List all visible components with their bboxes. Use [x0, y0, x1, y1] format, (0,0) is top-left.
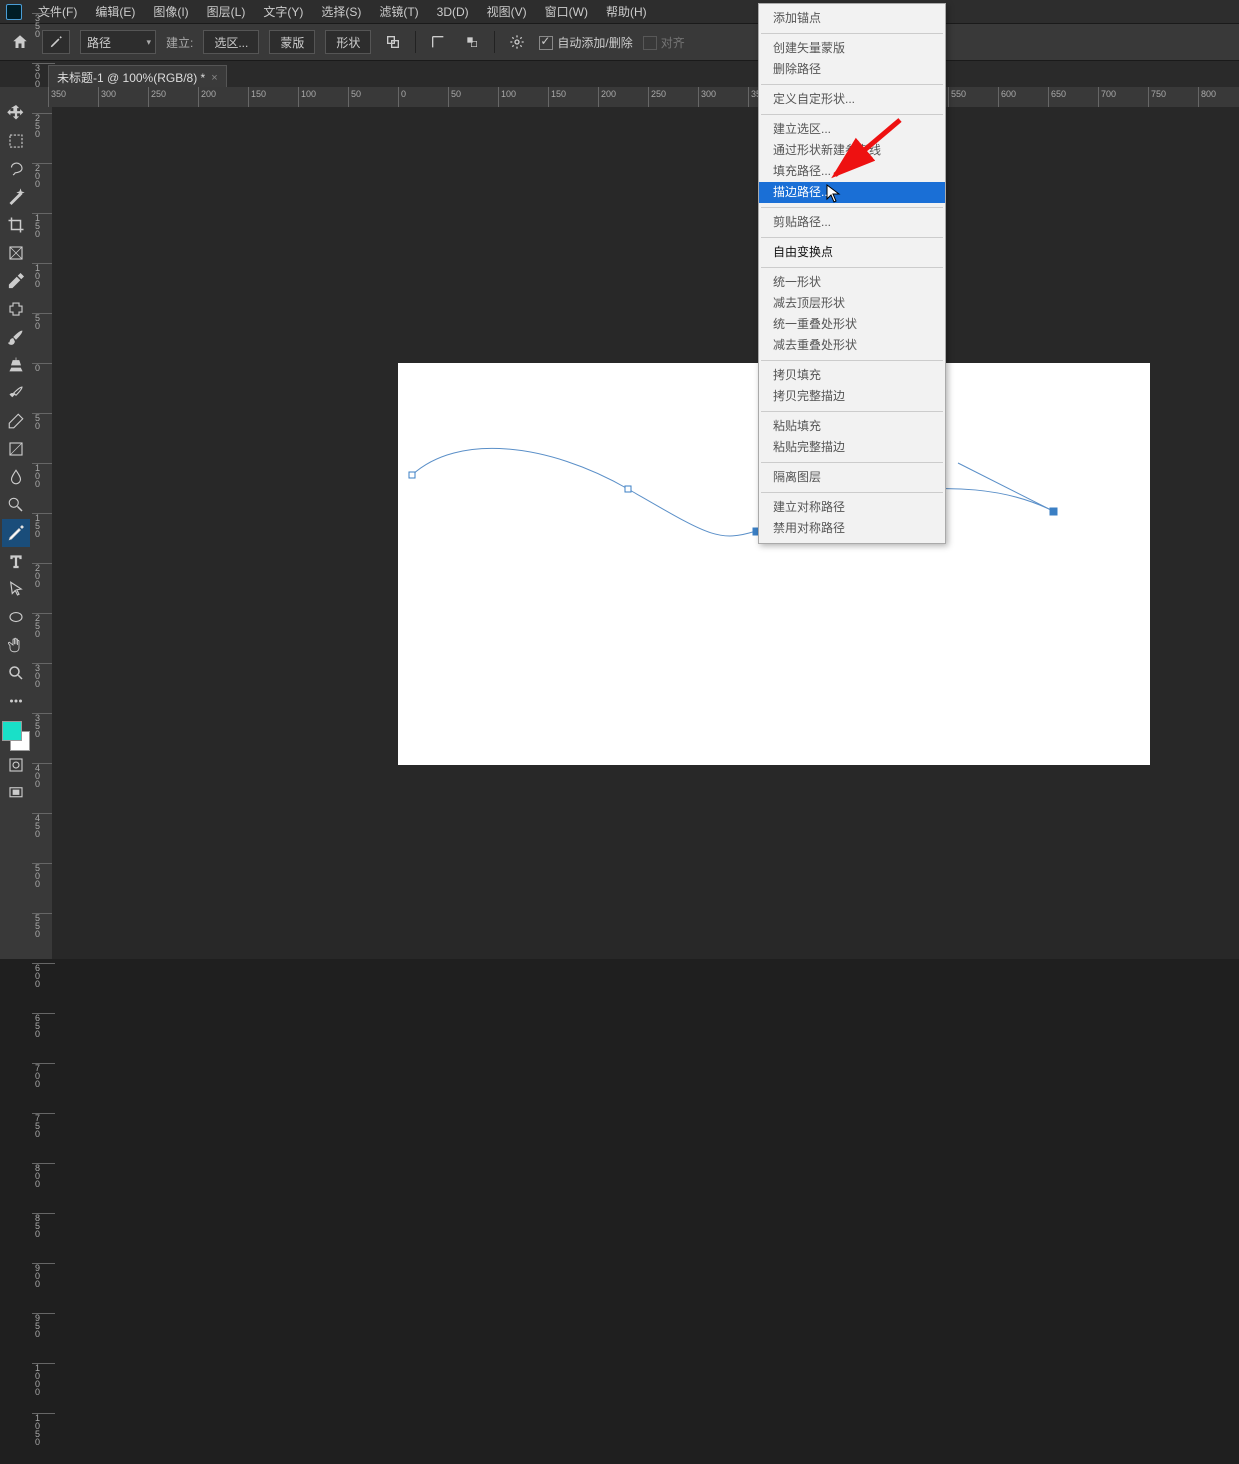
dodge-tool[interactable]: [2, 491, 30, 519]
tool-mode-select[interactable]: 路径: [80, 30, 156, 54]
make-mask-button[interactable]: 蒙版: [269, 30, 315, 54]
vertical-ruler[interactable]: 5505004504003503002502001501005005010015…: [32, 107, 53, 959]
context-menu-item: 通过形状新建参考线: [759, 140, 945, 161]
context-menu-item: 拷贝填充: [759, 365, 945, 386]
make-shape-button[interactable]: 形状: [325, 30, 371, 54]
context-menu-item: 隔离图层: [759, 467, 945, 488]
context-menu-item: 剪贴路径...: [759, 212, 945, 233]
menu-view[interactable]: 视图(V): [479, 0, 535, 23]
document-tab[interactable]: 未标题-1 @ 100%(RGB/8) * ×: [48, 65, 227, 89]
context-menu-item: 定义自定形状...: [759, 89, 945, 110]
menu-filter[interactable]: 滤镜(T): [371, 0, 426, 23]
path-ops-icon[interactable]: [381, 30, 405, 54]
clone-stamp-tool[interactable]: [2, 351, 30, 379]
path-align-icon[interactable]: [426, 30, 450, 54]
context-menu-item: 统一重叠处形状: [759, 314, 945, 335]
app-logo-icon: [6, 4, 22, 20]
tool-palette: [0, 87, 33, 959]
context-menu-item: 拷贝完整描边: [759, 386, 945, 407]
spot-heal-tool[interactable]: [2, 295, 30, 323]
menu-image[interactable]: 图像(I): [145, 0, 196, 23]
align-edges-checkbox[interactable]: 对齐: [643, 34, 685, 51]
magic-wand-tool[interactable]: [2, 183, 30, 211]
type-tool[interactable]: [2, 547, 30, 575]
context-menu-item: 建立对称路径: [759, 497, 945, 518]
context-menu-item: 减去重叠处形状: [759, 335, 945, 356]
menu-3d[interactable]: 3D(D): [429, 2, 477, 22]
horizontal-ruler[interactable]: 3503002502001501005005010015020025030035…: [32, 87, 1239, 108]
screen-mode-icon[interactable]: [2, 779, 30, 807]
menu-window[interactable]: 窗口(W): [537, 0, 596, 23]
options-bar: 路径 建立: 选区... 蒙版 形状 自动添加/删除 对齐: [0, 23, 1239, 61]
context-menu-item: 填充路径...: [759, 161, 945, 182]
path-arrange-icon[interactable]: [460, 30, 484, 54]
gradient-tool[interactable]: [2, 435, 30, 463]
menu-select[interactable]: 选择(S): [313, 0, 369, 23]
context-menu-item: 删除路径: [759, 59, 945, 80]
gear-icon[interactable]: [505, 30, 529, 54]
frame-tool[interactable]: [2, 239, 30, 267]
brush-tool[interactable]: [2, 323, 30, 351]
home-button[interactable]: [8, 30, 32, 54]
separator: [494, 31, 495, 53]
context-menu-item[interactable]: 描边路径...: [759, 182, 945, 203]
context-menu-item: 统一形状: [759, 272, 945, 293]
auto-add-checkbox[interactable]: 自动添加/删除: [539, 34, 632, 51]
canvas-area[interactable]: [52, 107, 1239, 959]
foreground-color-swatch[interactable]: [2, 721, 22, 741]
document-tab-bar: 未标题-1 @ 100%(RGB/8) * ×: [0, 61, 1239, 89]
zoom-tool[interactable]: [2, 659, 30, 687]
context-menu-item[interactable]: 自由变换点: [759, 242, 945, 263]
context-menu-item: 添加锚点: [759, 8, 945, 29]
context-menu-item: 粘贴完整描边: [759, 437, 945, 458]
context-menu-item: 减去顶层形状: [759, 293, 945, 314]
path-selection-tool[interactable]: [2, 575, 30, 603]
menu-edit[interactable]: 编辑(E): [87, 0, 143, 23]
menu-type[interactable]: 文字(Y): [255, 0, 311, 23]
blur-tool[interactable]: [2, 463, 30, 491]
move-tool[interactable]: [2, 99, 30, 127]
build-label: 建立:: [166, 34, 193, 51]
context-menu-item: 粘贴填充: [759, 416, 945, 437]
context-menu-item: 创建矢量蒙版: [759, 38, 945, 59]
close-tab-icon[interactable]: ×: [211, 72, 217, 84]
tool-mode-label: 路径: [87, 34, 111, 51]
menu-help[interactable]: 帮助(H): [598, 0, 655, 23]
separator: [415, 31, 416, 53]
color-swatches[interactable]: [2, 721, 30, 751]
pen-tool[interactable]: [2, 519, 30, 547]
hand-tool[interactable]: [2, 631, 30, 659]
crop-tool[interactable]: [2, 211, 30, 239]
history-brush-tool[interactable]: [2, 379, 30, 407]
lasso-tool[interactable]: [2, 155, 30, 183]
context-menu: 添加锚点创建矢量蒙版删除路径定义自定形状... 建立选区...通过形状新建参考线填…: [758, 3, 946, 544]
marquee-tool[interactable]: [2, 127, 30, 155]
edit-toolbar-icon[interactable]: [2, 687, 30, 715]
context-menu-item: 建立选区...: [759, 119, 945, 140]
quick-mask-icon[interactable]: [2, 751, 30, 779]
document-tab-title: 未标题-1 @ 100%(RGB/8) *: [57, 69, 205, 86]
eraser-tool[interactable]: [2, 407, 30, 435]
menu-bar: 文件(F) 编辑(E) 图像(I) 图层(L) 文字(Y) 选择(S) 滤镜(T…: [0, 0, 1239, 23]
context-menu-item: 禁用对称路径: [759, 518, 945, 539]
shape-tool[interactable]: [2, 603, 30, 631]
menu-layer[interactable]: 图层(L): [199, 0, 254, 23]
make-selection-button[interactable]: 选区...: [203, 30, 259, 54]
eyedropper-tool[interactable]: [2, 267, 30, 295]
